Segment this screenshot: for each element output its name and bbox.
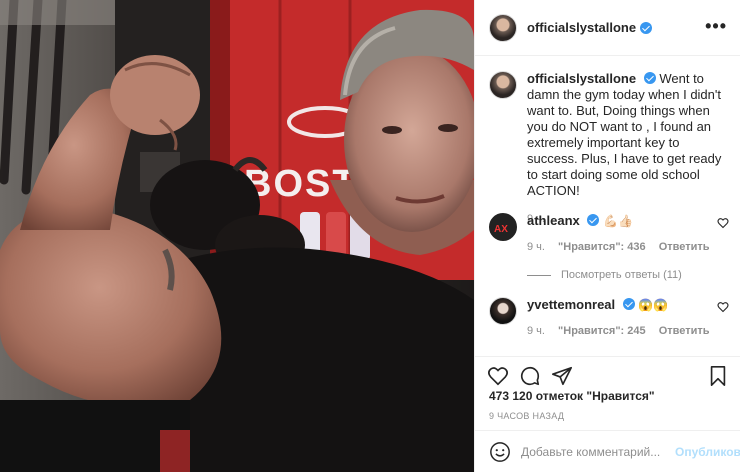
comments-section[interactable]: officialslystallone Went to damn the gym…: [475, 57, 740, 357]
comment-username[interactable]: yvettemonreal: [527, 297, 615, 312]
verified-icon: [640, 21, 653, 34]
comment-item: AX athleanx 💪🏻👍🏻 9 ч. "Нравится": 436 От…: [489, 213, 729, 253]
reply-button[interactable]: Ответить: [659, 325, 710, 337]
comment-time[interactable]: 9 ч.: [527, 241, 545, 253]
svg-text:AX: AX: [494, 224, 508, 235]
comment-avatar[interactable]: AX: [489, 213, 517, 241]
verified-icon: [587, 214, 600, 226]
comment-text: 😱😱: [638, 298, 669, 312]
post-photo[interactable]: BOSTO: [0, 0, 474, 472]
comment-likes[interactable]: "Нравится": 245: [558, 325, 646, 337]
caption-avatar[interactable]: [489, 71, 517, 99]
comment-meta: 9 ч. "Нравится": 245 Ответить: [527, 325, 729, 337]
verified-icon: [643, 72, 656, 84]
author-avatar[interactable]: [489, 13, 517, 42]
instagram-post: BOSTO officialslystallone ••• officialsl…: [0, 0, 740, 472]
comment-time[interactable]: 9 ч.: [527, 325, 545, 337]
reply-button[interactable]: Ответить: [659, 241, 710, 253]
comment-likes[interactable]: "Нравится": 436: [558, 241, 646, 253]
view-replies-button[interactable]: Посмотреть ответы (11): [527, 269, 682, 281]
heart-icon[interactable]: [487, 365, 509, 387]
share-icon[interactable]: [551, 365, 573, 387]
post-time[interactable]: 9 ЧАСОВ НАЗАД: [489, 411, 564, 421]
caption-text: Went to damn the gym today when I didn't…: [527, 71, 722, 198]
add-comment-bar: Опубликовать: [475, 430, 740, 472]
smile-icon[interactable]: [489, 441, 511, 463]
likes-count[interactable]: 473 120 отметок "Нравится": [489, 389, 655, 403]
caption-username[interactable]: officialslystallone: [527, 71, 636, 86]
more-icon[interactable]: •••: [705, 16, 727, 37]
comment-input[interactable]: [521, 444, 671, 459]
comment-body: athleanx 💪🏻👍🏻: [527, 213, 729, 229]
caption-body: officialslystallone Went to damn the gym…: [527, 71, 729, 199]
author-username[interactable]: officialslystallone: [527, 20, 636, 35]
caption: officialslystallone Went to damn the gym…: [489, 71, 729, 225]
comment-avatar[interactable]: [489, 297, 517, 325]
photo-illustration: BOSTO: [0, 0, 474, 472]
post-header: officialslystallone •••: [475, 0, 740, 56]
publish-button[interactable]: Опубликовать: [675, 445, 740, 459]
verified-icon: [622, 298, 635, 310]
comment-item: yvettemonreal 😱😱 9 ч. "Нравится": 245 От…: [489, 297, 729, 337]
comment-body: yvettemonreal 😱😱: [527, 297, 729, 313]
comment-like-heart-icon[interactable]: [717, 217, 729, 229]
bookmark-icon[interactable]: [707, 365, 729, 387]
comment-username[interactable]: athleanx: [527, 213, 580, 228]
comment-icon[interactable]: [519, 365, 541, 387]
comment-meta: 9 ч. "Нравится": 436 Ответить: [527, 241, 729, 253]
athleanx-logo-icon: AX: [494, 224, 508, 235]
post-side-panel: officialslystallone ••• officialslystall…: [474, 0, 740, 472]
comment-text: 💪🏻👍🏻: [603, 214, 633, 228]
comment-like-heart-icon[interactable]: [717, 301, 729, 313]
